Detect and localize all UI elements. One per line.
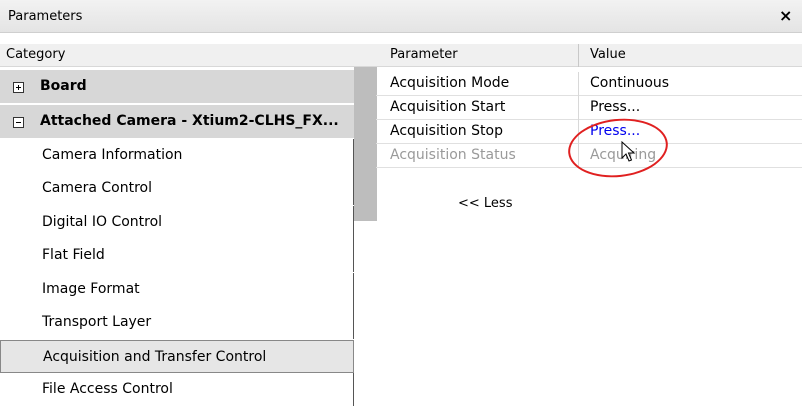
category-item-label: Image Format bbox=[42, 281, 140, 297]
category-item-transport-layer[interactable]: Transport Layer bbox=[0, 306, 354, 339]
category-item-label: File Access Control bbox=[42, 381, 173, 397]
category-item-label: Flat Field bbox=[42, 247, 105, 263]
category-header: Category bbox=[0, 44, 376, 67]
pane-splitter[interactable] bbox=[354, 67, 377, 221]
titlebar: Parameters × bbox=[0, 0, 802, 33]
category-item-camera-information[interactable]: Camera Information bbox=[0, 139, 354, 172]
category-item-label: Acquisition and Transfer Control bbox=[43, 349, 267, 365]
category-item-label: Camera Control bbox=[42, 180, 152, 196]
parameter-name: Acquisition Stop bbox=[390, 123, 503, 139]
parameter-name: Acquisition Status bbox=[390, 147, 516, 163]
category-group-board[interactable]: Board bbox=[0, 70, 354, 103]
table-row[interactable]: Acquisition Start Press... bbox=[376, 96, 802, 120]
column-header-value[interactable]: Value bbox=[590, 47, 626, 62]
parameter-name: Acquisition Start bbox=[390, 99, 506, 115]
less-toggle-link[interactable]: << Less bbox=[458, 196, 512, 211]
parameter-name: Acquisition Mode bbox=[390, 75, 510, 91]
parameter-value[interactable]: Press... bbox=[590, 99, 640, 115]
category-item-label: Transport Layer bbox=[42, 314, 152, 330]
parameter-value[interactable]: Continuous bbox=[590, 75, 669, 91]
category-item-digital-io-control[interactable]: Digital IO Control bbox=[0, 206, 354, 239]
collapse-icon[interactable] bbox=[13, 117, 24, 128]
close-icon[interactable]: × bbox=[779, 6, 792, 25]
table-row[interactable]: Acquisition Mode Continuous bbox=[376, 72, 802, 96]
category-item-label: Camera Information bbox=[42, 147, 183, 163]
category-item-camera-control[interactable]: Camera Control bbox=[0, 172, 354, 205]
category-item-image-format[interactable]: Image Format bbox=[0, 273, 354, 306]
category-item-label: Digital IO Control bbox=[42, 214, 163, 230]
column-header-parameter[interactable]: Parameter bbox=[390, 47, 458, 62]
category-group-label: Attached Camera - Xtium2-CLHS_FX... bbox=[40, 113, 339, 129]
category-header-label: Category bbox=[6, 47, 66, 62]
category-item-file-access-control[interactable]: File Access Control bbox=[0, 373, 354, 406]
category-group-label: Board bbox=[40, 78, 87, 94]
column-divider[interactable] bbox=[578, 44, 579, 67]
window-title: Parameters bbox=[8, 9, 83, 24]
category-item-acquisition-transfer-control[interactable]: Acquisition and Transfer Control bbox=[0, 340, 354, 373]
parameter-table-header: Parameter Value bbox=[376, 44, 802, 67]
category-group-attached-camera[interactable]: Attached Camera - Xtium2-CLHS_FX... bbox=[0, 105, 354, 138]
expand-icon[interactable] bbox=[13, 82, 24, 93]
mouse-pointer-icon bbox=[621, 141, 636, 162]
category-item-flat-field[interactable]: Flat Field bbox=[0, 239, 354, 272]
